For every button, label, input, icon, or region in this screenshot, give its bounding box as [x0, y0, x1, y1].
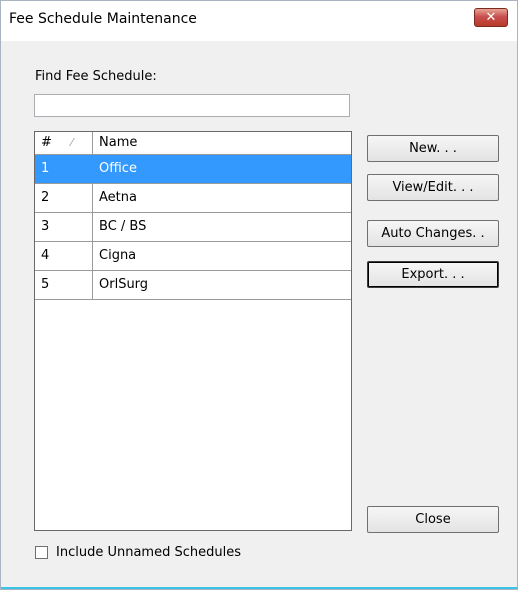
row-name: BC / BS: [99, 219, 147, 234]
fee-schedule-list[interactable]: # ⁄ Name 1 Office 2 Aetna 3 BC / BS 4 Ci…: [34, 131, 352, 531]
sort-indicator-icon: ⁄: [71, 136, 73, 149]
row-number: 5: [35, 271, 93, 299]
row-name: Cigna: [99, 248, 137, 263]
grid-header: # ⁄ Name: [35, 132, 351, 155]
row-number: 3: [35, 213, 93, 241]
window-title: Fee Schedule Maintenance: [9, 11, 197, 27]
find-fee-schedule-input[interactable]: [34, 94, 350, 117]
new-button[interactable]: New. . .: [367, 135, 499, 162]
bottom-accent-line: [1, 587, 517, 589]
close-button[interactable]: Close: [367, 506, 499, 533]
column-header-number[interactable]: # ⁄: [35, 132, 93, 154]
row-number: 2: [35, 184, 93, 212]
fee-schedule-dialog: Fee Schedule Maintenance ✕ Find Fee Sche…: [0, 0, 518, 590]
auto-changes-button[interactable]: Auto Changes. .: [367, 220, 499, 247]
title-bar: Fee Schedule Maintenance ✕: [1, 1, 517, 41]
close-window-button[interactable]: ✕: [474, 8, 508, 27]
table-row[interactable]: 5 OrlSurg: [35, 271, 351, 300]
find-fee-schedule-label: Find Fee Schedule:: [35, 69, 157, 84]
table-row[interactable]: 4 Cigna: [35, 242, 351, 271]
view-edit-button[interactable]: View/Edit. . .: [367, 174, 499, 201]
include-unnamed-label: Include Unnamed Schedules: [56, 545, 241, 560]
include-unnamed-checkbox[interactable]: [35, 546, 48, 559]
table-row[interactable]: 1 Office: [35, 155, 351, 184]
export-button[interactable]: Export. . .: [367, 261, 499, 288]
column-header-name[interactable]: Name: [93, 132, 351, 154]
table-row[interactable]: 2 Aetna: [35, 184, 351, 213]
row-name: OrlSurg: [99, 277, 149, 292]
table-row[interactable]: 3 BC / BS: [35, 213, 351, 242]
close-icon: ✕: [485, 10, 497, 25]
row-name: Aetna: [99, 190, 137, 205]
include-unnamed-option[interactable]: Include Unnamed Schedules: [35, 545, 241, 560]
row-number: 4: [35, 242, 93, 270]
row-number: 1: [35, 155, 93, 183]
row-name: Office: [99, 161, 137, 176]
